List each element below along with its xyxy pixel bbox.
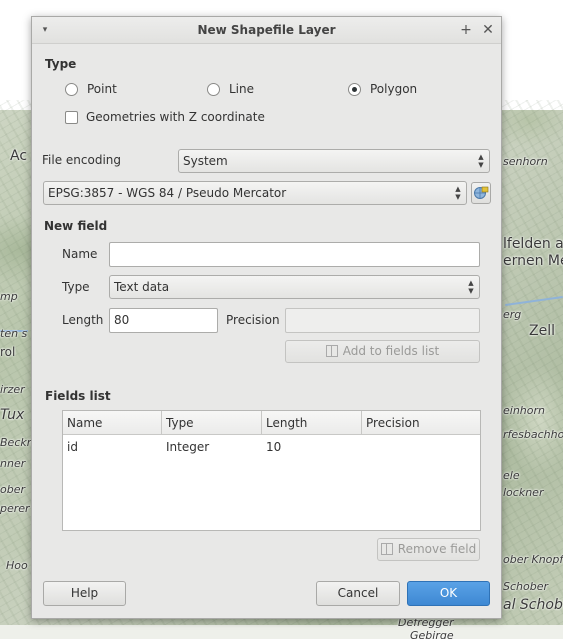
field-type-combo[interactable]: Text data ▲ ▼ (109, 275, 480, 299)
map-label: al Schob (503, 597, 563, 613)
fields-table[interactable]: Name Type Length Precision id Integer 10 (62, 410, 481, 531)
cell-type: Integer (166, 440, 210, 454)
dialog-titlebar[interactable]: ▾ New Shapefile Layer + ✕ (32, 17, 501, 44)
map-label: lfelden a (503, 236, 563, 252)
map-label: Tux (0, 407, 25, 423)
map-label: Ac (10, 148, 28, 164)
combo-arrows-icon: ▲ ▼ (455, 185, 461, 201)
crs-combo[interactable]: EPSG:3857 - WGS 84 / Pseudo Mercator ▲ ▼ (43, 181, 467, 205)
map-label: perer (0, 502, 30, 515)
crs-selector-button[interactable] (471, 182, 491, 204)
remove-field-button[interactable]: Remove field (377, 538, 480, 561)
table-header: Name Type Length Precision (63, 411, 480, 435)
field-length-input[interactable]: 80 (109, 308, 218, 333)
map-label: einhorn (503, 404, 545, 417)
crs-value: EPSG:3857 - WGS 84 / Pseudo Mercator (48, 186, 287, 200)
map-label: Zell (529, 323, 555, 339)
column-header-type[interactable]: Type (162, 411, 262, 435)
file-encoding-label: File encoding (42, 153, 121, 167)
dialog-title: New Shapefile Layer (197, 23, 336, 37)
new-shapefile-layer-dialog: ▾ New Shapefile Layer + ✕ Type Point Lin… (31, 16, 502, 619)
map-label: senhorn (503, 155, 548, 168)
line-radio[interactable] (207, 83, 220, 96)
field-precision-input[interactable] (285, 308, 480, 333)
map-label: irzer (0, 383, 25, 396)
help-button[interactable]: Help (43, 581, 126, 606)
field-type-value: Text data (114, 280, 170, 294)
combo-arrows-icon: ▲ ▼ (468, 279, 474, 295)
new-field-section-title: New field (44, 219, 108, 233)
add-field-icon (325, 345, 338, 357)
point-radio[interactable] (65, 83, 78, 96)
add-to-fields-list-button[interactable]: Add to fields list (285, 340, 480, 363)
cell-name: id (67, 440, 78, 454)
map-label: ten s (0, 327, 28, 340)
fields-list-section-title: Fields list (45, 389, 111, 403)
z-coordinate-label[interactable]: Geometries with Z coordinate (86, 110, 265, 124)
file-encoding-value: System (183, 154, 228, 168)
column-header-length[interactable]: Length (262, 411, 362, 435)
z-coordinate-checkbox[interactable] (65, 111, 78, 124)
column-header-precision[interactable]: Precision (362, 411, 480, 435)
map-label: rfesbachho (503, 428, 563, 441)
map-label: nner (0, 457, 26, 470)
close-icon[interactable]: ✕ (479, 21, 497, 39)
field-type-label: Type (62, 280, 90, 294)
file-encoding-combo[interactable]: System ▲ ▼ (178, 149, 490, 173)
remove-field-icon (380, 543, 393, 555)
point-radio-label[interactable]: Point (87, 82, 117, 96)
map-label: ernen Me (503, 253, 563, 269)
map-label: Gebirge (410, 629, 454, 639)
field-precision-label: Precision (226, 313, 280, 327)
map-label: Schober (503, 580, 549, 593)
cancel-button[interactable]: Cancel (316, 581, 400, 606)
map-label: ele (503, 469, 520, 482)
field-name-input[interactable] (109, 242, 480, 267)
map-label: ober Knopf (503, 553, 563, 566)
cell-length: 10 (266, 440, 282, 454)
add-to-fields-list-label: Add to fields list (342, 344, 440, 358)
map-label: mp (0, 290, 18, 303)
map-label: lockner (503, 486, 544, 499)
map-label: Hoo (6, 559, 28, 572)
map-label: erg (503, 308, 522, 321)
field-name-label: Name (62, 247, 98, 261)
line-radio-label[interactable]: Line (229, 82, 254, 96)
map-label: ober (0, 483, 26, 496)
field-length-label: Length (62, 313, 104, 327)
column-header-name[interactable]: Name (63, 411, 162, 435)
cell-precision (362, 438, 480, 456)
ok-button[interactable]: OK (407, 581, 490, 606)
type-section-title: Type (45, 57, 77, 71)
remove-field-label: Remove field (397, 542, 477, 556)
map-blank-area-bottom (0, 625, 563, 639)
map-label: rol (0, 345, 16, 359)
combo-arrows-icon: ▲ ▼ (478, 153, 484, 169)
polygon-radio-label[interactable]: Polygon (370, 82, 417, 96)
globe-icon (474, 186, 489, 199)
polygon-radio[interactable] (348, 83, 361, 96)
map-label: Beckn (0, 436, 34, 449)
pin-icon[interactable]: + (457, 21, 475, 39)
